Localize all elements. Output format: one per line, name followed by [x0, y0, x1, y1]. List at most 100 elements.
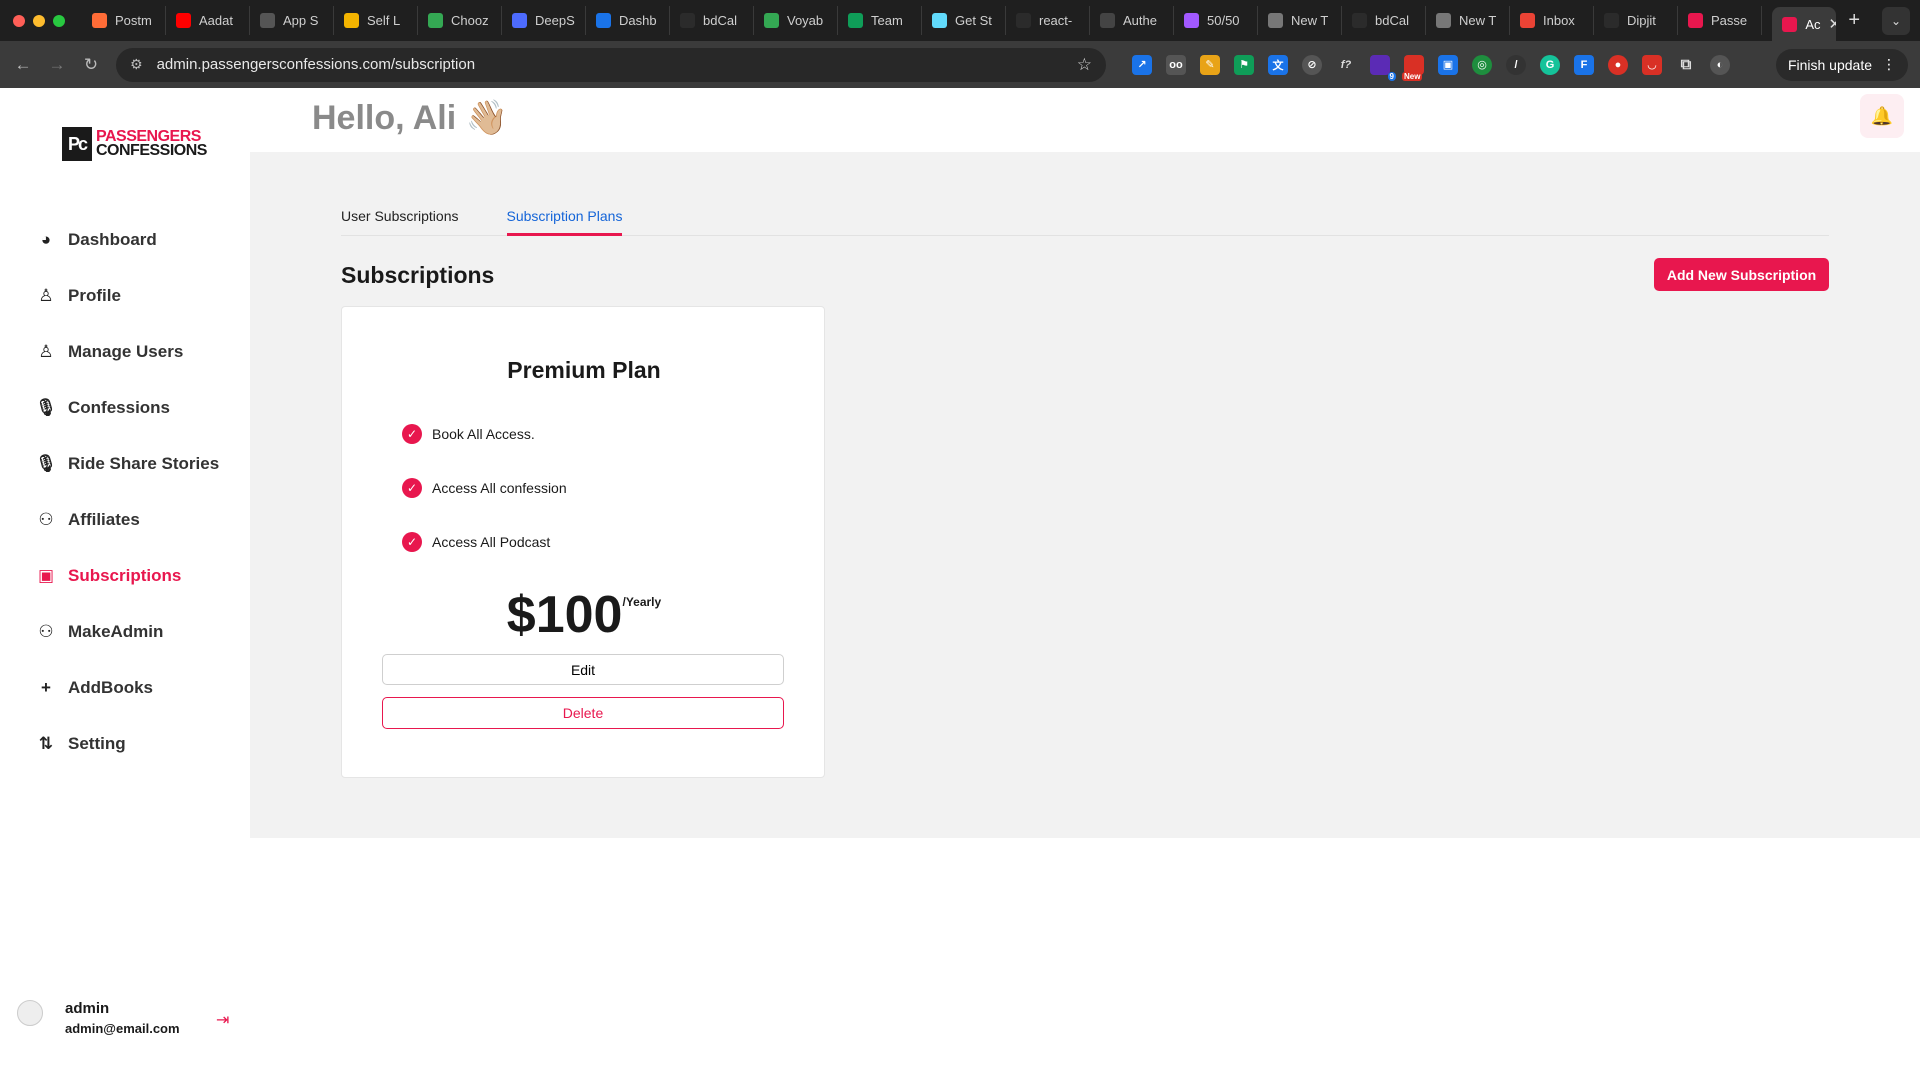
extension-icon[interactable]: ▣ [1438, 54, 1458, 75]
site-info-icon[interactable]: ⚙ [130, 56, 143, 73]
sidebar-item-addbooks[interactable]: + AddBooks [34, 660, 244, 716]
browser-tab-label: Team [871, 13, 903, 28]
tab-user-subscriptions[interactable]: User Subscriptions [341, 202, 459, 236]
finish-update-button[interactable]: Finish update ⋮ [1775, 48, 1908, 81]
browser-tab[interactable]: Chooz [418, 6, 502, 35]
browser-tab[interactable]: bdCal [1342, 6, 1426, 35]
extension-icon[interactable]: ⚑ [1234, 54, 1254, 75]
edit-plan-button[interactable]: Edit [382, 654, 784, 685]
sidebar-item-label: MakeAdmin [68, 622, 164, 641]
compass-icon[interactable]: ⊘ [1302, 54, 1322, 75]
main-content: User Subscriptions Subscription Plans Su… [250, 152, 1920, 838]
extension-icon[interactable]: New [1402, 54, 1424, 81]
user-name: admin [65, 1000, 110, 1017]
close-tab-icon[interactable]: ✕ [1828, 15, 1836, 33]
back-button[interactable]: ← [6, 48, 40, 82]
sidebar-item-label: Confessions [68, 398, 171, 417]
url-text: admin.passengersconfessions.com/subscrip… [156, 56, 476, 73]
sidebar-item-dashboard[interactable]: ◕ Dashboard [34, 212, 244, 268]
extension-icon[interactable]: ✎ [1200, 54, 1220, 75]
sidebar-item-label: AddBooks [68, 678, 153, 697]
feature-item: ✓ Access All Podcast [402, 515, 567, 569]
extension-icon[interactable]: f? [1336, 55, 1356, 75]
extension-icon[interactable]: ◎ [1472, 54, 1492, 75]
browser-tab[interactable]: bdCal [670, 6, 754, 35]
close-window-button[interactable] [13, 14, 25, 27]
extension-icon[interactable]: 文 [1268, 54, 1288, 75]
github-icon [1016, 13, 1031, 28]
sidebar-item-confessions[interactable]: 🎙 Confessions [34, 380, 244, 436]
browser-tab[interactable]: Postm [82, 6, 166, 35]
reload-button[interactable]: ↻ [74, 48, 108, 82]
minimize-window-button[interactable] [33, 14, 45, 27]
sidebar-item-makeadmin[interactable]: ⚇ MakeAdmin [34, 604, 244, 660]
extension-icon[interactable]: ● [1608, 54, 1628, 75]
browser-tab-label: Inbox [1543, 13, 1575, 28]
sidebar-item-manage-users[interactable]: ♙ Manage Users [34, 324, 244, 380]
extension-icon[interactable]: ↗ [1132, 54, 1152, 75]
browser-tab[interactable]: Inbox [1510, 6, 1594, 35]
browser-tab[interactable]: New T [1258, 6, 1342, 35]
browser-tab[interactable]: App S [250, 6, 334, 35]
notification-bell-icon[interactable]: 🔔 [1860, 94, 1904, 138]
pocket-icon[interactable]: ◡ [1642, 54, 1662, 75]
bookmark-star-icon[interactable]: ☆ [1077, 55, 1092, 75]
delete-plan-button[interactable]: Delete [382, 697, 784, 729]
tab-search-button[interactable]: ⌄ [1882, 6, 1910, 35]
sidebar-item-ride-share-stories[interactable]: 🎙 Ride Share Stories [34, 436, 244, 492]
sidebar-item-subscriptions[interactable]: ▣ Subscriptions [34, 548, 244, 604]
browser-tab[interactable]: Authe [1090, 6, 1174, 35]
sidebar-item-profile[interactable]: ♙ Profile [34, 268, 244, 324]
zoom-window-button[interactable] [53, 14, 65, 27]
browser-tab[interactable]: Team [838, 6, 922, 35]
plan-features: ✓ Book All Access. ✓ Access All confessi… [402, 407, 567, 569]
extension-icon[interactable]: oo [1166, 54, 1186, 75]
browser-toolbar: ← → ↻ ⚙ admin.passengersconfessions.com/… [0, 41, 1920, 88]
logout-icon[interactable]: ⇥ [216, 1010, 229, 1030]
address-bar[interactable]: ⚙ admin.passengersconfessions.com/subscr… [116, 47, 1106, 82]
browser-tab[interactable]: Get St [922, 6, 1006, 35]
browser-tab-label: DeepS [535, 13, 575, 28]
gmail-icon [1520, 13, 1535, 28]
browser-tab[interactable]: DeepS [502, 6, 586, 35]
add-new-subscription-button[interactable]: Add New Subscription [1654, 258, 1829, 291]
browser-tab[interactable]: Passe [1678, 6, 1762, 35]
feature-item: ✓ Book All Access. [402, 407, 567, 461]
grammarly-icon[interactable]: G [1540, 54, 1560, 75]
extension-icon[interactable]: / [1506, 54, 1526, 75]
browser-tab[interactable]: Aadat [166, 6, 250, 35]
browser-tab[interactable]: react- [1006, 6, 1090, 35]
tab-subscription-plans[interactable]: Subscription Plans [506, 202, 623, 236]
profile-avatar-icon[interactable]: ◐ [1710, 54, 1730, 75]
browser-tab[interactable]: Voyab [754, 6, 838, 35]
passengers-icon [1782, 16, 1798, 32]
browser-tab[interactable]: New T [1426, 6, 1510, 35]
browser-tab-label: App S [283, 13, 319, 28]
sidebar-item-affiliates[interactable]: ⚇ Affiliates [34, 492, 244, 548]
extension-icon[interactable]: F [1574, 54, 1594, 75]
browser-tab-label: New T [1291, 13, 1329, 28]
plan-card: Premium Plan ✓ Book All Access. ✓ Access… [341, 306, 825, 778]
browser-tab-active[interactable]: Ac ✕ [1772, 7, 1837, 41]
sliders-icon: ⇅ [38, 734, 54, 753]
browser-tab[interactable]: Dashb [586, 6, 670, 35]
user-email: admin@email.com [65, 1021, 180, 1036]
more-menu-icon[interactable]: ⋮ [1882, 56, 1896, 73]
price-amount: $100 [506, 586, 623, 644]
sidebar-item-label: Affiliates [68, 510, 140, 529]
new-tab-button[interactable]: + [1836, 9, 1872, 32]
sidebar: Pc PASSENGERS CONFESSIONS ◕ Dashboard ♙ Pro… [0, 88, 250, 1080]
browser-tab-label: 50/50 [1207, 13, 1240, 28]
browser-tab[interactable]: 50/50 [1174, 6, 1258, 35]
passengers-confessions-logo[interactable]: Pc PASSENGERS CONFESSIONS [62, 127, 207, 161]
browser-tab[interactable]: Dipjit [1594, 6, 1678, 35]
forward-button[interactable]: → [40, 48, 74, 82]
figma-icon [1184, 13, 1199, 28]
pie-chart-icon: ◕ [40, 230, 52, 249]
extension-icon[interactable]: 9 [1370, 54, 1396, 81]
subscription-tabs: User Subscriptions Subscription Plans [341, 202, 1829, 236]
feature-label: Access All confession [432, 480, 567, 496]
browser-tab[interactable]: Self L [334, 6, 418, 35]
sidebar-item-setting[interactable]: ⇅ Setting [34, 716, 244, 772]
extensions-puzzle-icon[interactable]: ⧉ [1676, 55, 1696, 75]
